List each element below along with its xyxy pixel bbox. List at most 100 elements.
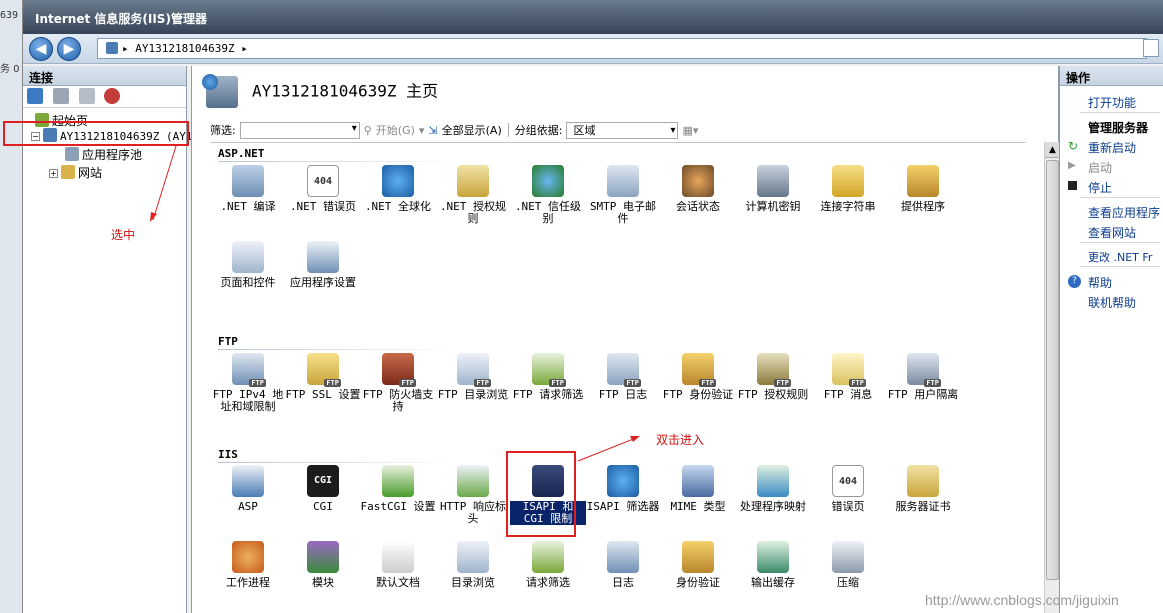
feature-label: .NET 全球化 — [364, 200, 432, 213]
feature-tile[interactable]: 默认文档 — [360, 541, 436, 589]
group-by-select[interactable]: 区域 — [566, 121, 679, 139]
feature-tile[interactable]: CGI CGI — [285, 465, 361, 513]
open-feature-link[interactable]: 打开功能 — [1088, 94, 1136, 111]
certificate-icon — [907, 465, 939, 497]
filter-input[interactable] — [239, 121, 360, 139]
feature-tile[interactable]: .NET 全球化 — [360, 165, 436, 213]
feature-label: 模块 — [312, 576, 334, 589]
feature-tile[interactable]: ASP — [210, 465, 286, 513]
feature-tile[interactable]: 服务器证书 — [885, 465, 961, 513]
help-link[interactable]: 帮助 — [1088, 274, 1112, 291]
change-net-link[interactable]: 更改 .NET Fr — [1088, 249, 1152, 265]
feature-tile[interactable]: 身份验证 — [660, 541, 736, 589]
tree-item-sites[interactable]: + 网站 — [49, 164, 102, 181]
compile-icon — [232, 165, 264, 197]
feature-tile[interactable]: 会话状态 — [660, 165, 736, 213]
restart-link[interactable]: 重新启动 — [1088, 139, 1136, 156]
feature-tile[interactable]: .NET 信任级别 — [510, 165, 586, 225]
feature-tile[interactable]: 连接字符串 — [810, 165, 886, 213]
feature-label: 压缩 — [837, 576, 859, 589]
feature-tile[interactable]: HTTP 响应标头 — [435, 465, 511, 525]
feature-label: FTP 日志 — [598, 388, 648, 401]
view-sites-link[interactable]: 查看网站 — [1088, 224, 1136, 241]
feature-tile[interactable]: FTP FTP 授权规则 — [735, 353, 811, 401]
ftp-badge: FTP — [249, 379, 266, 387]
feature-tile[interactable]: 目录浏览 — [435, 541, 511, 589]
connect-icon[interactable] — [27, 88, 43, 104]
app-settings-icon — [307, 241, 339, 273]
feature-tile[interactable]: 压缩 — [810, 541, 886, 589]
save-icon[interactable] — [52, 88, 69, 104]
feature-tile[interactable]: FTP FTP 防火墙支持 — [360, 353, 436, 413]
feature-label: SMTP 电子邮件 — [589, 200, 657, 225]
filter-bar: 筛选: ⚲ 开始(G) ▾ ⇲ 全部显示(A) 分组依据: 区域 ▦▾ — [210, 120, 1026, 140]
show-all-button[interactable]: 全部显示(A) — [442, 122, 502, 138]
feature-label: FTP 消息 — [823, 388, 873, 401]
scroll-thumb[interactable] — [1046, 160, 1059, 580]
feature-list: ASP.NET FTP IIS .NET 编译 404 .NET 错误页 .NET 全… — [210, 142, 1026, 613]
feature-tile[interactable]: FTP FTP 身份验证 — [660, 353, 736, 401]
feature-tile[interactable]: 404 错误页 — [810, 465, 886, 513]
cgi-icon: CGI — [307, 465, 339, 497]
stop-link[interactable]: 停止 — [1088, 179, 1112, 196]
background-window: 639 务 0 — [0, 0, 24, 613]
feature-tile[interactable]: .NET 编译 — [210, 165, 286, 213]
feature-tile[interactable]: 应用程序设置 — [285, 241, 361, 289]
worker-process-icon — [232, 541, 264, 573]
feature-tile[interactable]: FastCGI 设置 — [360, 465, 436, 513]
tree-item-app-pools[interactable]: 应用程序池 — [65, 146, 142, 163]
back-arrow-icon[interactable]: ◀ — [29, 37, 53, 61]
feature-tile[interactable]: 页面和控件 — [210, 241, 286, 289]
forward-arrow-icon[interactable]: ▶ — [57, 37, 81, 61]
feature-tile[interactable]: SMTP 电子邮件 — [585, 165, 661, 225]
vertical-scrollbar[interactable]: ▲ — [1044, 142, 1060, 613]
view-mode-icon[interactable]: ▦▾ — [682, 124, 698, 137]
feature-tile[interactable]: 404 .NET 错误页 — [285, 165, 361, 213]
feature-tile[interactable]: FTP FTP 用户隔离 — [885, 353, 961, 401]
feature-tile[interactable]: FTP FTP 目录浏览 — [435, 353, 511, 401]
feature-tile[interactable]: MIME 类型 — [660, 465, 736, 513]
feature-tile[interactable]: 日志 — [585, 541, 661, 589]
address-bar[interactable]: ▸ AY1312181046​39Z ▸ — [97, 38, 1147, 59]
restart-icon: ↻ — [1068, 139, 1079, 153]
background-text: 639 — [0, 10, 19, 21]
icon-text: 404 — [313, 176, 333, 187]
iis-manager-window: Internet 信息服务(IIS)管理器 ◀ ▶ ▸ AY1312181046… — [22, 0, 1163, 613]
feature-tile[interactable]: 提供程序 — [885, 165, 961, 213]
feature-tile[interactable]: 模块 — [285, 541, 361, 589]
feature-tile[interactable]: FTP FTP IPv4 地址和域限制 — [210, 353, 286, 413]
feature-label: 请求筛选 — [526, 576, 570, 589]
directory-browsing-icon — [457, 541, 489, 573]
refresh-button[interactable] — [1143, 39, 1159, 57]
feature-tile[interactable]: .NET 授权规则 — [435, 165, 511, 225]
feature-tile[interactable]: 输出缓存 — [735, 541, 811, 589]
feature-tile[interactable]: 处理程序映射 — [735, 465, 811, 513]
filter-label: 筛选: — [210, 124, 236, 137]
feature-label: 应用程序设置 — [290, 276, 356, 289]
start-filter-button[interactable]: 开始(G) — [376, 122, 415, 138]
scroll-up-icon[interactable]: ▲ — [1045, 142, 1060, 158]
feature-label: 提供程序 — [901, 200, 945, 213]
stop-icon — [1068, 181, 1077, 190]
show-all-icon: ⇲ — [428, 123, 438, 137]
expand-icon[interactable]: + — [49, 169, 58, 178]
feature-label: FTP IPv4 地址和域限制 — [212, 388, 284, 413]
feature-tile[interactable]: 工作进程 — [210, 541, 286, 589]
up-icon[interactable] — [78, 88, 95, 104]
ftp-badge: FTP — [399, 379, 416, 387]
feature-tile[interactable]: ISAPI 筛选器 — [585, 465, 661, 513]
feature-tile[interactable]: FTP FTP 消息 — [810, 353, 886, 401]
online-help-link[interactable]: 联机帮助 — [1088, 294, 1136, 311]
ftp-feature-icon: FTP — [907, 353, 941, 387]
start-link[interactable]: 启动 — [1088, 159, 1112, 176]
feature-label: 服务器证书 — [895, 500, 951, 513]
feature-tile[interactable]: FTP FTP 日志 — [585, 353, 661, 401]
view-apps-link[interactable]: 查看应用程序 — [1088, 204, 1160, 221]
globe-icon — [382, 165, 414, 197]
feature-tile[interactable]: FTP FTP SSL 设置 — [285, 353, 361, 401]
feature-tile[interactable]: FTP FTP 请求筛选 — [510, 353, 586, 401]
feature-tile[interactable]: 计算机密钥 — [735, 165, 811, 213]
feature-label: CGI — [313, 500, 333, 513]
disconnect-icon[interactable] — [104, 88, 121, 104]
feature-tile[interactable]: 请求筛选 — [510, 541, 586, 589]
